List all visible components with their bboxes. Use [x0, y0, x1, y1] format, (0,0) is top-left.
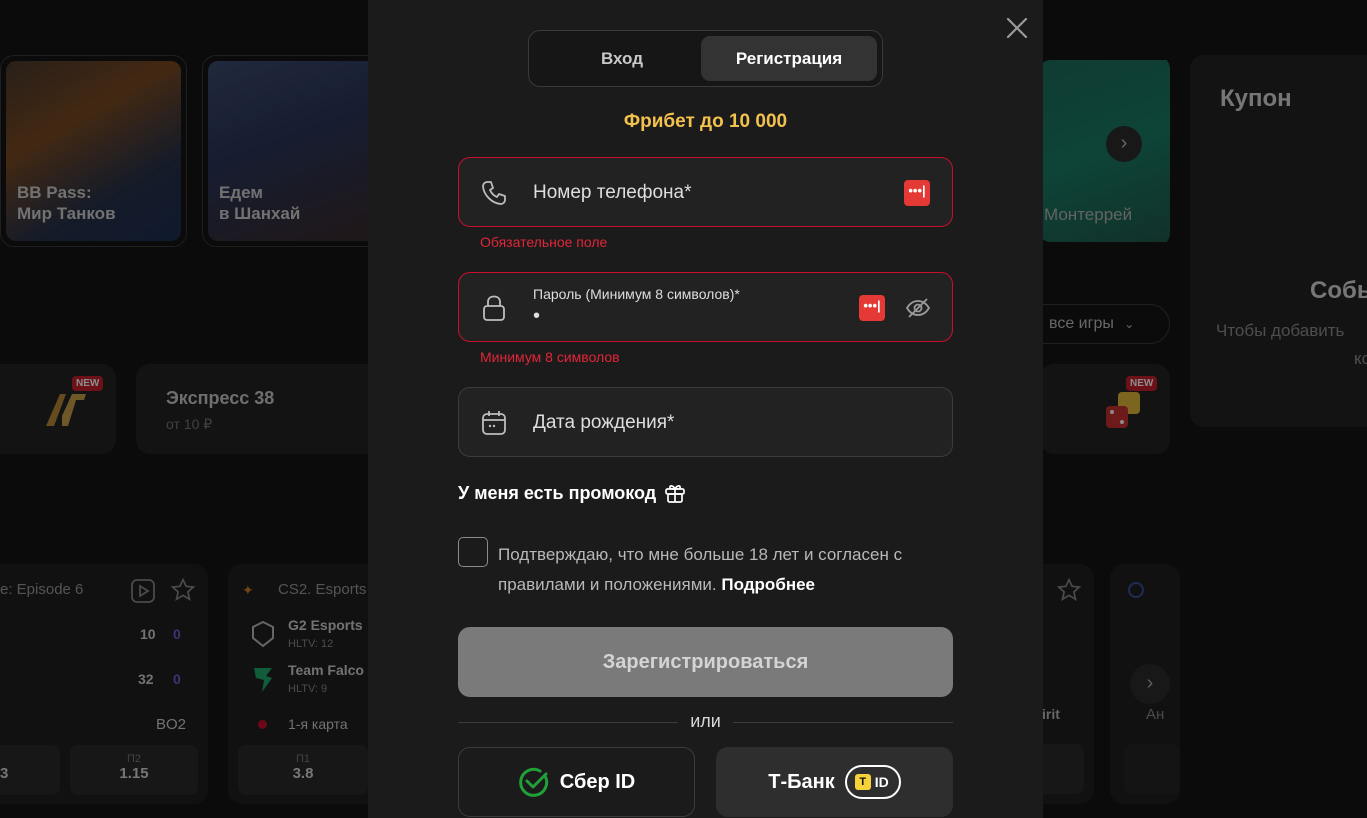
password-field[interactable]: Пароль (Минимум 8 символов)* • •••|	[458, 272, 953, 342]
auth-tabs: Вход Регистрация	[528, 30, 883, 87]
registration-modal: Вход Регистрация Фрибет до 10 000 Номер …	[368, 0, 1043, 818]
tbank-id-badge: T ID	[844, 765, 901, 799]
sber-logo-icon	[518, 767, 548, 797]
gift-icon	[665, 485, 686, 503]
or-divider: или	[458, 711, 953, 735]
freebet-banner: Фрибет до 10 000	[623, 111, 788, 132]
agreement-details-link[interactable]: Подробнее	[721, 575, 815, 594]
password-manager-icon[interactable]: •••|	[904, 180, 930, 206]
tbank-id-button[interactable]: Т-Банк T ID	[716, 747, 953, 817]
agreement-label: Подтверждаю, что мне больше 18 лет и сог…	[498, 545, 903, 594]
password-error: Минимум 8 символов	[480, 349, 620, 365]
agreement-text: Подтверждаю, что мне больше 18 лет и сог…	[498, 540, 948, 600]
tbank-id-text: ID	[874, 774, 889, 790]
sber-id-label: Сбер ID	[559, 770, 636, 793]
calendar-icon	[482, 411, 506, 435]
phone-field[interactable]: Номер телефона* •••|	[458, 157, 953, 227]
phone-error: Обязательное поле	[480, 234, 608, 250]
lock-icon	[483, 295, 505, 321]
close-icon[interactable]	[1004, 15, 1030, 41]
phone-label: Номер телефона*	[533, 182, 692, 203]
tbank-logo-icon: T	[854, 774, 871, 790]
promo-code-toggle[interactable]: У меня есть промокод	[458, 482, 686, 504]
promo-code-label: У меня есть промокод	[458, 482, 657, 503]
tab-register[interactable]: Регистрация	[701, 36, 877, 81]
password-manager-icon[interactable]: •••|	[859, 295, 885, 321]
password-value: •	[533, 305, 541, 327]
password-label: Пароль (Минимум 8 символов)*	[533, 286, 740, 302]
sber-id-button[interactable]: Сбер ID	[458, 747, 695, 817]
phone-icon	[482, 181, 506, 205]
register-button[interactable]: Зарегистрироваться	[458, 627, 953, 697]
tab-login[interactable]: Вход	[534, 36, 710, 81]
age-consent-checkbox[interactable]	[458, 537, 488, 567]
tbank-label: Т-Банк	[768, 770, 835, 793]
birthdate-field[interactable]: Дата рождения*	[458, 387, 953, 457]
or-label: или	[690, 711, 721, 731]
birthdate-label: Дата рождения*	[533, 412, 675, 433]
eye-off-icon[interactable]	[904, 294, 932, 322]
